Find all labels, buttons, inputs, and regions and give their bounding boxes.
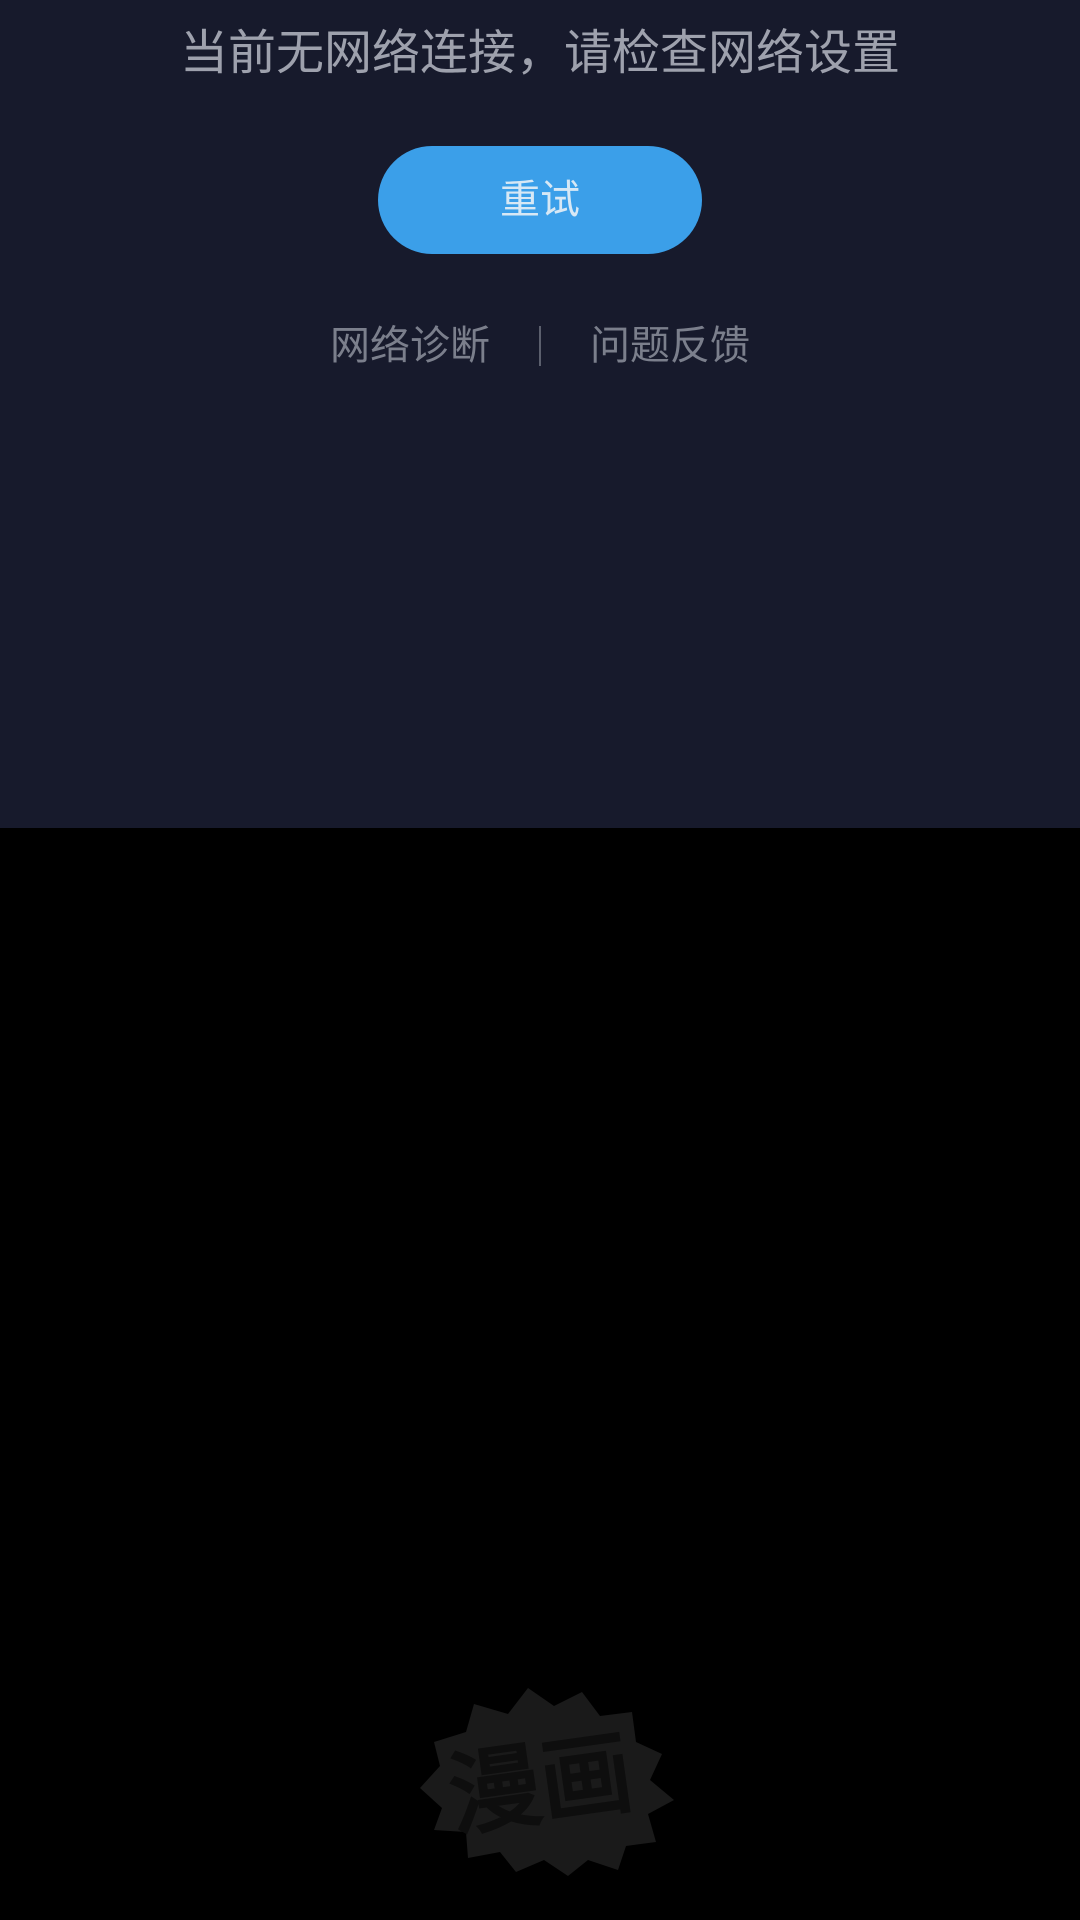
comic-burst-logo-icon: 漫画 (404, 1684, 676, 1876)
links-divider (539, 326, 541, 366)
help-links-row: 网络诊断 问题反馈 (0, 318, 1080, 374)
no-network-message: 当前无网络连接，请检查网络设置 (179, 25, 900, 81)
app-screen: 当前无网络连接，请检查网络设置 重试 网络诊断 问题反馈 漫画 (0, 0, 1080, 1920)
network-diagnose-link[interactable]: 网络诊断 (330, 318, 490, 374)
retry-button[interactable]: 重试 (378, 146, 702, 254)
network-error-panel: 当前无网络连接，请检查网络设置 重试 网络诊断 问题反馈 (0, 0, 1080, 828)
feedback-link[interactable]: 问题反馈 (590, 318, 750, 374)
